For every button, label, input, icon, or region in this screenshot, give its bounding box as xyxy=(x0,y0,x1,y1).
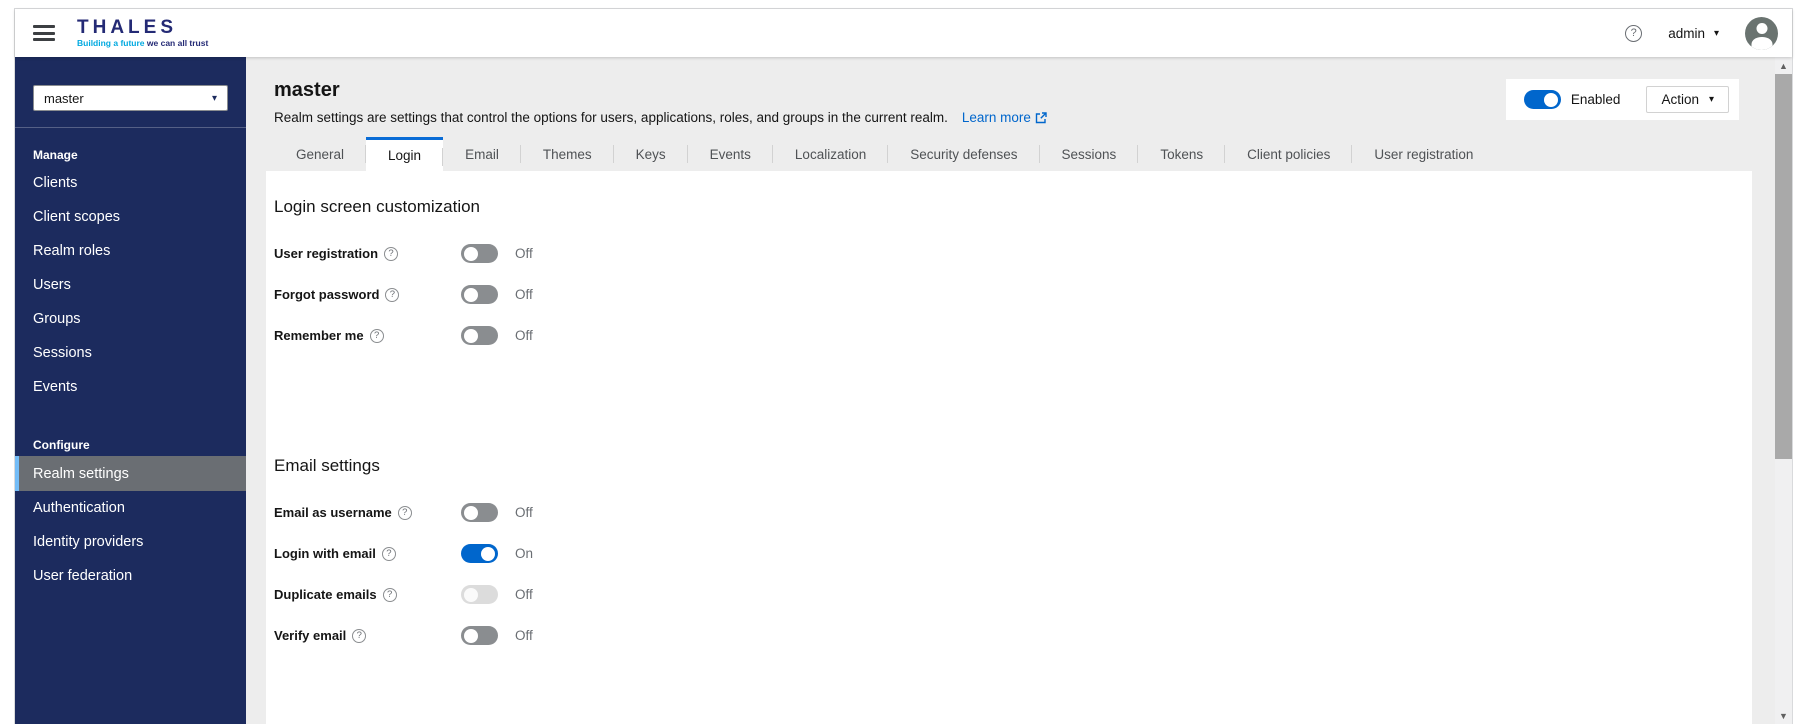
sidebar-item-clients[interactable]: Clients xyxy=(15,166,246,200)
tab-general[interactable]: General xyxy=(274,137,366,171)
toggle-state-label: Off xyxy=(515,287,533,302)
login-with-email-row: Login with email ? On xyxy=(274,533,1728,574)
question-circle-icon[interactable]: ? xyxy=(398,506,412,520)
scroll-up-button[interactable]: ▲ xyxy=(1775,57,1792,74)
tab-client-policies[interactable]: Client policies xyxy=(1225,137,1352,171)
email-settings-section: Email settings Email as username ? Off xyxy=(274,456,1728,656)
sidebar-item-realm-roles[interactable]: Realm roles xyxy=(15,234,246,268)
user-menu[interactable]: admin ▾ xyxy=(1668,26,1719,41)
toggle-state-label: Off xyxy=(515,628,533,643)
top-header: THALES Building a future we can all trus… xyxy=(15,9,1792,57)
tab-keys[interactable]: Keys xyxy=(614,137,688,171)
chevron-down-icon: ▾ xyxy=(212,93,217,104)
sidebar: master ▾ Manage Clients Client scopes Re… xyxy=(15,57,246,724)
toggle-state-label: Off xyxy=(515,505,533,520)
remember-me-toggle[interactable] xyxy=(461,326,498,345)
sidebar-item-users[interactable]: Users xyxy=(15,268,246,302)
question-circle-icon[interactable]: ? xyxy=(384,247,398,261)
app-window: THALES Building a future we can all trus… xyxy=(14,8,1793,724)
sidebar-item-realm-settings[interactable]: Realm settings xyxy=(15,456,246,491)
brand-tagline: Building a future we can all trust xyxy=(77,39,208,48)
realm-selector-value: master xyxy=(44,91,84,106)
chevron-down-icon: ▾ xyxy=(1714,28,1719,39)
realm-selector[interactable]: master ▾ xyxy=(33,85,228,111)
sidebar-item-user-federation[interactable]: User federation xyxy=(15,559,246,593)
email-as-username-toggle[interactable] xyxy=(461,503,498,522)
login-with-email-toggle[interactable] xyxy=(461,544,498,563)
question-circle-icon[interactable]: ? xyxy=(383,588,397,602)
toggle-state-label: On xyxy=(515,546,533,561)
tab-security-defenses[interactable]: Security defenses xyxy=(888,137,1039,171)
hamburger-menu-icon[interactable] xyxy=(33,25,55,41)
sidebar-item-authentication[interactable]: Authentication xyxy=(15,491,246,525)
page-description: Realm settings are settings that control… xyxy=(274,110,1047,125)
toggle-state-label: Off xyxy=(515,328,533,343)
verify-email-toggle[interactable] xyxy=(461,626,498,645)
realm-controls: Enabled Action ▾ xyxy=(1506,79,1739,120)
email-as-username-row: Email as username ? Off xyxy=(274,492,1728,533)
field-label: Duplicate emails xyxy=(274,587,377,602)
realm-settings-tabs: General Login Email Themes Keys Events L… xyxy=(266,137,1775,171)
action-dropdown-button[interactable]: Action ▾ xyxy=(1646,86,1729,113)
user-registration-toggle[interactable] xyxy=(461,244,498,263)
tab-email[interactable]: Email xyxy=(443,137,521,171)
tab-tokens[interactable]: Tokens xyxy=(1138,137,1225,171)
scroll-thumb[interactable] xyxy=(1775,74,1792,459)
question-circle-icon[interactable]: ? xyxy=(385,288,399,302)
toggle-state-label: Off xyxy=(515,246,533,261)
enabled-label: Enabled xyxy=(1571,92,1621,107)
page-head-text: master Realm settings are settings that … xyxy=(274,79,1047,125)
tab-events[interactable]: Events xyxy=(688,137,773,171)
sidebar-item-client-scopes[interactable]: Client scopes xyxy=(15,200,246,234)
section-heading: Login screen customization xyxy=(274,197,1728,217)
field-label: Login with email xyxy=(274,546,376,561)
tab-localization[interactable]: Localization xyxy=(773,137,888,171)
field-label: User registration xyxy=(274,246,378,261)
field-label: Email as username xyxy=(274,505,392,520)
field-label: Remember me xyxy=(274,328,364,343)
realm-enabled-toggle[interactable] xyxy=(1524,90,1561,109)
tab-themes[interactable]: Themes xyxy=(521,137,614,171)
tab-login[interactable]: Login xyxy=(366,137,443,171)
tab-user-registration[interactable]: User registration xyxy=(1352,137,1495,171)
forgot-password-row: Forgot password ? Off xyxy=(274,274,1728,315)
question-circle-icon[interactable]: ? xyxy=(370,329,384,343)
external-link-icon xyxy=(1035,112,1047,124)
main-content: master Realm settings are settings that … xyxy=(246,57,1775,724)
forgot-password-toggle[interactable] xyxy=(461,285,498,304)
brand-name: THALES xyxy=(77,18,208,37)
page-title: master xyxy=(274,79,1047,102)
user-registration-row: User registration ? Off xyxy=(274,233,1728,274)
sidebar-section-manage: Manage xyxy=(15,128,246,166)
question-circle-icon[interactable]: ? xyxy=(352,629,366,643)
sidebar-item-sessions[interactable]: Sessions xyxy=(15,336,246,370)
tab-sessions[interactable]: Sessions xyxy=(1040,137,1139,171)
duplicate-emails-toggle xyxy=(461,585,498,604)
sidebar-item-events[interactable]: Events xyxy=(15,370,246,404)
sidebar-section-configure: Configure xyxy=(15,404,246,456)
sidebar-item-identity-providers[interactable]: Identity providers xyxy=(15,525,246,559)
avatar[interactable] xyxy=(1745,17,1778,50)
user-menu-label: admin xyxy=(1668,26,1705,41)
section-heading: Email settings xyxy=(274,456,1728,476)
help-icon[interactable]: ? xyxy=(1625,25,1642,42)
remember-me-row: Remember me ? Off xyxy=(274,315,1728,356)
learn-more-link[interactable]: Learn more xyxy=(962,110,1047,125)
question-circle-icon[interactable]: ? xyxy=(382,547,396,561)
scroll-down-button[interactable]: ▼ xyxy=(1775,707,1792,724)
field-label: Verify email xyxy=(274,628,346,643)
verify-email-row: Verify email ? Off xyxy=(274,615,1728,656)
chevron-down-icon: ▾ xyxy=(1709,94,1714,105)
login-tab-panel: Login screen customization User registra… xyxy=(266,171,1752,724)
sidebar-item-groups[interactable]: Groups xyxy=(15,302,246,336)
duplicate-emails-row: Duplicate emails ? Off xyxy=(274,574,1728,615)
thales-logo: THALES Building a future we can all trus… xyxy=(77,18,208,48)
login-screen-customization-section: Login screen customization User registra… xyxy=(274,197,1728,356)
scrollbar[interactable]: ▲ ▼ xyxy=(1775,57,1792,724)
toggle-state-label: Off xyxy=(515,587,533,602)
field-label: Forgot password xyxy=(274,287,379,302)
